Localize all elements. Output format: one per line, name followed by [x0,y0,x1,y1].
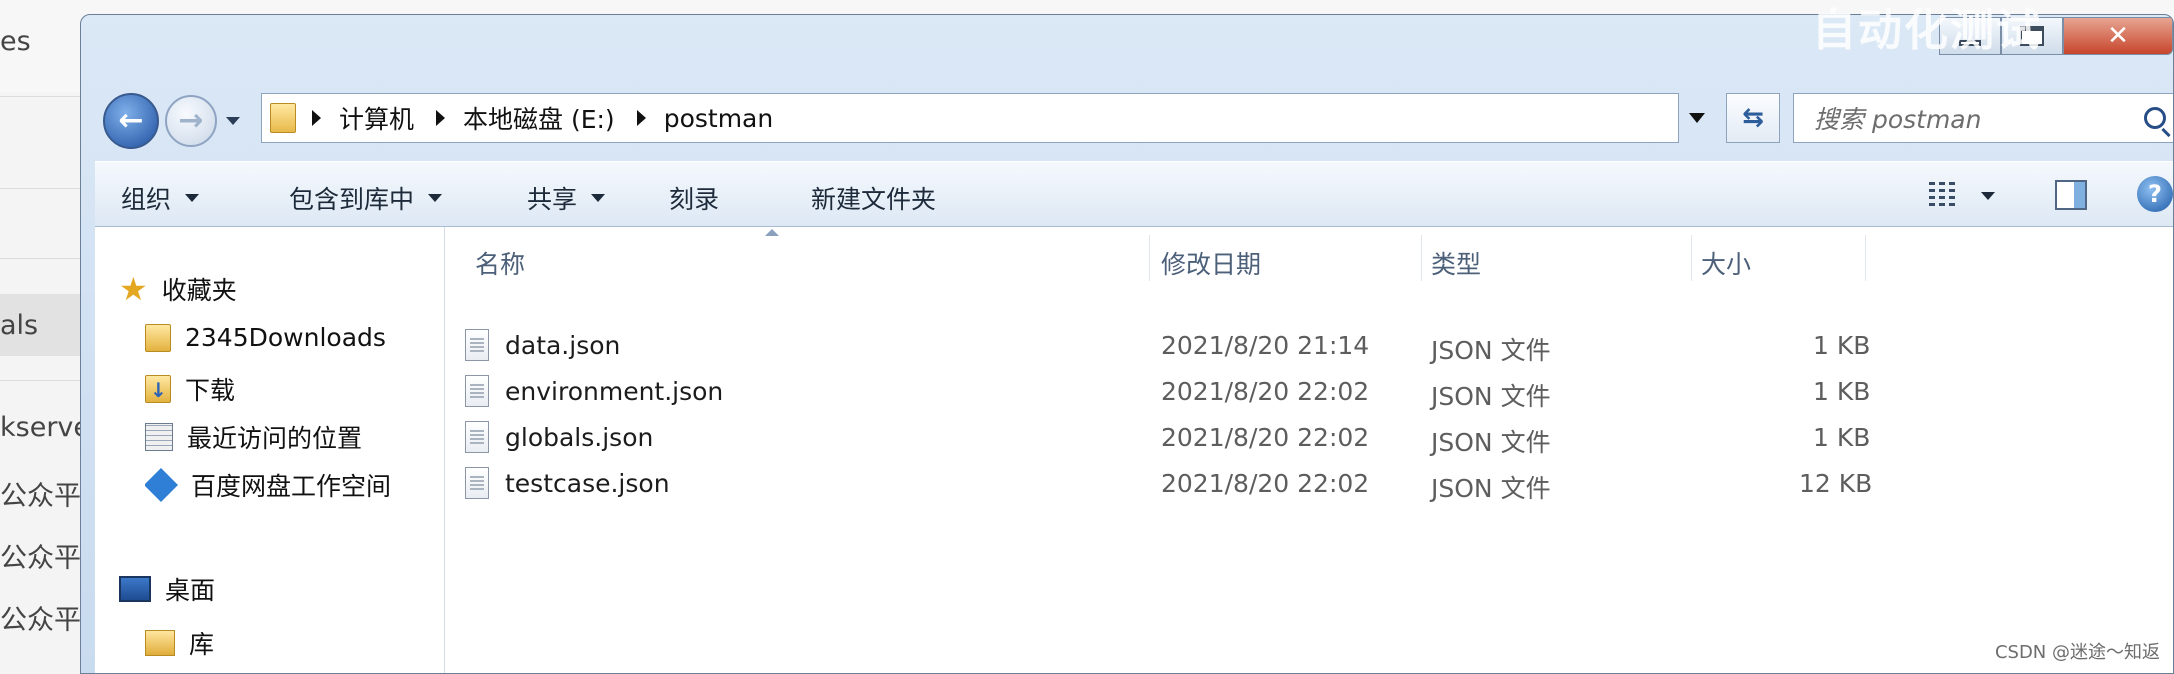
file-modified: 2021/8/20 21:14 [1161,331,1370,360]
back-button[interactable]: ← [103,93,159,149]
address-dropdown-icon[interactable] [1689,113,1705,123]
json-file-icon [465,329,489,361]
json-file-icon [465,375,489,407]
refresh-button[interactable]: ⇆ [1726,93,1780,143]
file-type: JSON 文件 [1431,428,1551,457]
chevron-right-icon [636,110,646,126]
help-icon[interactable]: ? [2137,176,2173,212]
recent-places-icon [145,423,173,451]
search-icon[interactable] [2144,107,2166,129]
forward-button[interactable]: → [165,95,217,147]
nav-library[interactable]: 库 [145,625,214,661]
chevron-right-icon [436,110,446,126]
file-name: globals.json [505,423,654,452]
view-options-icon[interactable] [1929,182,1959,206]
navigation-pane: ★收藏夹 2345Downloads 下载 最近访问的位置 百度网盘工作空间 桌… [95,227,445,673]
folder-icon [270,103,296,133]
file-row[interactable]: globals.json 2021/8/20 22:02 JSON 文件 1 K… [465,417,1870,463]
star-icon: ★ [119,271,148,307]
command-toolbar: 组织 包含到库中 共享 刻录 新建文件夹 ? [95,161,2173,227]
baidu-netdisk-icon [145,468,178,502]
column-header-type[interactable]: 类型 [1431,245,1481,281]
file-type: JSON 文件 [1431,336,1551,365]
overlay-title-text: 自动化测试 [1812,5,2042,56]
background-sidebar-item[interactable]: als [0,310,80,341]
file-list: 名称 修改日期 类型 大小 data.json 2021/8/20 21:14 … [445,227,2173,673]
nav-item-baidu-workspace[interactable]: 百度网盘工作空间 [145,467,445,503]
nav-item-downloads[interactable]: 下载 [145,371,445,407]
search-input[interactable]: 搜索 postman [1794,100,2144,136]
nav-desktop[interactable]: 桌面 [119,571,215,607]
column-header-modified[interactable]: 修改日期 [1161,245,1261,281]
file-modified: 2021/8/20 22:02 [1161,423,1370,452]
forward-arrow-icon: → [178,103,204,138]
json-file-icon [465,421,489,453]
breadcrumb-computer[interactable]: 计算机 [312,100,414,136]
file-modified: 2021/8/20 22:02 [1161,469,1370,498]
back-arrow-icon: ← [118,103,144,138]
json-file-icon [465,467,489,499]
organize-menu[interactable]: 组织 [121,180,200,216]
background-sidebar-item[interactable]: 公众平 [0,474,80,513]
caret-down-icon [428,194,443,202]
desktop-icon [119,576,151,602]
library-icon [145,630,175,656]
file-name: testcase.json [505,469,670,498]
file-modified: 2021/8/20 22:02 [1161,377,1370,406]
nav-favorites[interactable]: ★ 收藏夹 [119,271,237,307]
file-size: 1 KB [1813,331,1871,360]
recent-pages-dropdown-icon[interactable] [226,117,240,125]
breadcrumb-postman[interactable]: postman [636,104,773,133]
file-size: 12 KB [1799,469,1873,498]
column-header-size[interactable]: 大小 [1701,245,1751,281]
file-type: JSON 文件 [1431,474,1551,503]
chevron-right-icon [312,110,321,126]
background-sidebar-item[interactable]: 公众平 [0,598,80,637]
preview-pane-icon[interactable] [2055,180,2087,210]
sort-ascending-icon [765,229,779,236]
address-bar[interactable]: 计算机 本地磁盘 (E:) postman [261,93,1679,143]
burn-button[interactable]: 刻录 [669,180,719,216]
nav-item-2345downloads[interactable]: 2345Downloads [145,323,445,352]
column-header-name[interactable]: 名称 [475,245,525,281]
file-name: environment.json [505,377,724,406]
file-size: 1 KB [1813,423,1871,452]
file-row[interactable]: testcase.json 2021/8/20 22:02 JSON 文件 12… [465,463,1872,509]
search-box[interactable]: 搜索 postman [1793,93,2173,143]
caret-down-icon [185,194,200,202]
downloads-folder-icon [145,375,171,403]
background-sidebar-item[interactable]: 公众平 [0,536,80,575]
file-name: data.json [505,331,621,360]
nav-item-recent-places[interactable]: 最近访问的位置 [145,419,445,455]
folder-icon [145,323,171,352]
file-type: JSON 文件 [1431,382,1551,411]
breadcrumb-local-disk[interactable]: 本地磁盘 (E:) [436,100,615,136]
share-menu[interactable]: 共享 [527,180,606,216]
watermark: CSDN @迷途～知返 [1994,642,2160,663]
explorer-window: ✕ ← → 计算机 本地磁盘 (E:) postman ⇆ 搜索 postman… [80,14,2174,674]
new-folder-button[interactable]: 新建文件夹 [811,180,936,216]
file-row[interactable]: environment.json 2021/8/20 22:02 JSON 文件… [465,371,1870,417]
view-dropdown-icon[interactable] [1981,192,1995,200]
close-icon: ✕ [2107,21,2129,51]
background-sidebar-item[interactable]: es [0,26,80,57]
refresh-icon: ⇆ [1742,103,1764,133]
background-sidebar-item[interactable]: kserve [0,412,80,443]
caret-down-icon [591,194,606,202]
file-row[interactable]: data.json 2021/8/20 21:14 JSON 文件 1 KB [465,325,1870,371]
file-size: 1 KB [1813,377,1871,406]
include-in-library-menu[interactable]: 包含到库中 [289,180,443,216]
close-button[interactable]: ✕ [2063,17,2173,55]
background-sidebar: es als kserve 公众平 公众平 公众平 [0,0,80,674]
